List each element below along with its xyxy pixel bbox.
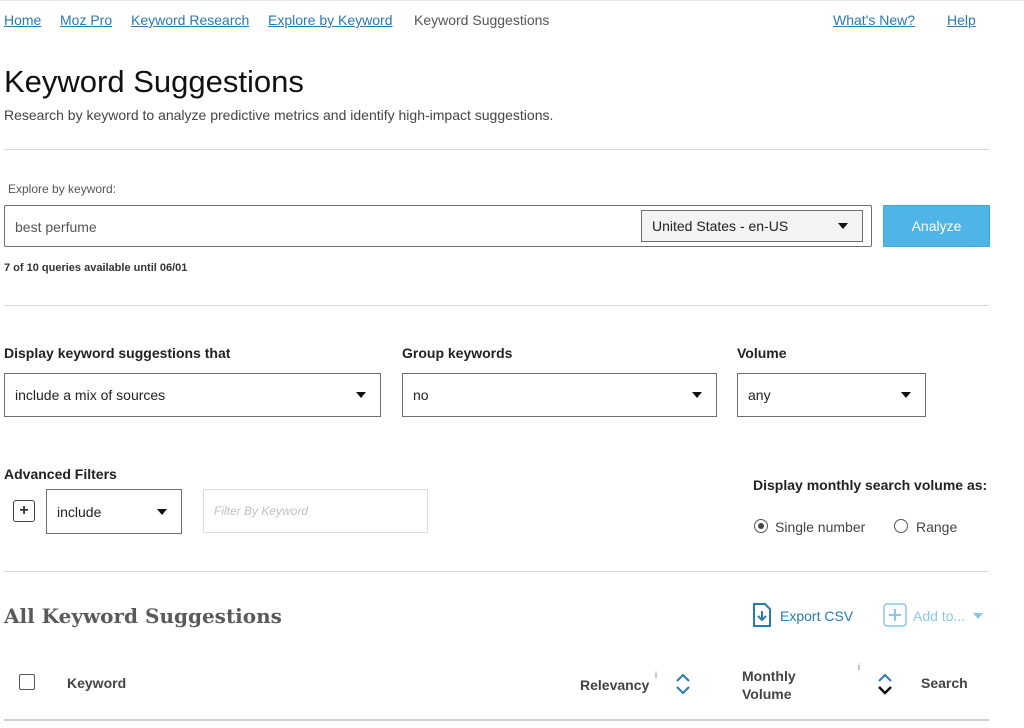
include-value: include [57,503,102,520]
keyword-input[interactable] [15,216,615,238]
column-header-monthly-volume[interactable]: Monthly Volume [742,667,832,703]
divider [4,149,989,150]
volume-select[interactable]: any [737,373,926,417]
results-title: All Keyword Suggestions [4,604,282,628]
display-suggestions-value: include a mix of sources [15,387,166,403]
breadcrumb-current: Keyword Suggestions [414,12,550,28]
query-quota: 7 of 10 queries available until 06/01 [4,262,188,274]
group-keywords-label: Group keywords [402,345,513,361]
monthly-volume-display-label: Display monthly search volume as: [753,477,988,493]
include-select[interactable]: include [46,489,182,534]
info-icon[interactable]: i [655,670,657,680]
range-radio[interactable] [894,519,908,533]
table-header-divider [4,719,989,721]
analyze-button[interactable]: Analyze [883,205,990,247]
volume-label: Volume [737,345,787,361]
breadcrumb-explore-by-keyword[interactable]: Explore by Keyword [268,12,393,28]
chevron-down-icon [692,392,702,398]
chevron-down-icon [356,392,366,398]
divider [4,305,989,306]
help-link[interactable]: Help [947,12,976,28]
export-csv-button[interactable]: Export CSV [780,608,853,624]
single-number-radio[interactable] [754,519,768,533]
sort-icon[interactable] [877,673,893,700]
breadcrumb-home[interactable]: Home [4,12,41,28]
plus-icon: + [19,502,29,519]
chevron-down-icon[interactable] [973,613,983,619]
export-csv-icon[interactable] [751,603,773,627]
add-filter-button[interactable]: + [13,500,35,522]
whats-new-link[interactable]: What's New? [833,12,915,28]
display-suggestions-label: Display keyword suggestions that [4,345,231,361]
filter-by-keyword-input[interactable] [203,489,428,533]
chevron-down-icon [901,392,911,398]
divider [4,571,989,572]
chevron-down-icon [157,508,167,515]
advanced-filters-label: Advanced Filters [4,466,117,482]
single-number-label[interactable]: Single number [775,519,865,535]
keyword-search-box: United States - en-US [4,205,872,247]
select-all-checkbox[interactable] [19,674,35,690]
group-keywords-value: no [413,387,429,403]
sort-icon[interactable] [675,673,691,700]
breadcrumb-moz-pro[interactable]: Moz Pro [60,12,112,28]
top-border [0,0,1024,1]
column-header-search[interactable]: Search [921,675,968,691]
page-title: Keyword Suggestions [4,64,304,99]
column-header-keyword[interactable]: Keyword [67,675,126,691]
column-header-relevancy[interactable]: Relevancy [580,677,649,693]
info-icon[interactable]: i [858,662,860,672]
display-suggestions-select[interactable]: include a mix of sources [4,373,381,417]
add-to-icon[interactable] [883,603,907,627]
locale-select[interactable]: United States - en-US [641,210,863,242]
chevron-down-icon [838,223,848,229]
group-keywords-select[interactable]: no [402,373,717,417]
add-to-button[interactable]: Add to... [913,608,965,624]
breadcrumb-keyword-research[interactable]: Keyword Research [131,12,249,28]
locale-value: United States - en-US [652,218,789,234]
range-label[interactable]: Range [916,519,957,535]
volume-value: any [748,387,771,403]
page-subtitle: Research by keyword to analyze predictiv… [4,107,554,123]
explore-label: Explore by keyword: [8,182,117,196]
